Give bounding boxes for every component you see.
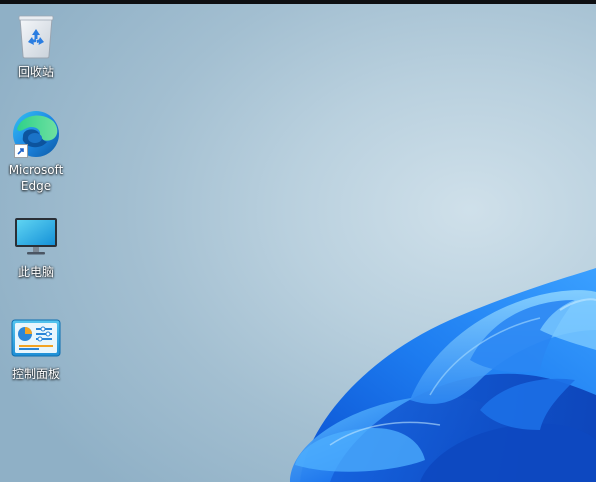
desktop-icon-label: 控制面板 [11, 367, 60, 381]
control-panel-icon [10, 312, 62, 364]
desktop: 回收站 Microsoft Edge 此电脑 控制面板 [0, 0, 596, 482]
edge-icon [10, 108, 62, 160]
desktop-icon-label: Microsoft Edge [8, 163, 64, 193]
monitor-icon [10, 210, 62, 262]
desktop-icon-edge[interactable]: Microsoft Edge [4, 108, 68, 194]
desktop-icon-recycle-bin[interactable]: 回收站 [4, 10, 68, 80]
desktop-icon-control-panel[interactable]: 控制面板 [4, 312, 68, 382]
shortcut-arrow-icon [14, 144, 28, 158]
wallpaper-bloom [290, 268, 596, 482]
desktop-icon-this-pc[interactable]: 此电脑 [4, 210, 68, 280]
desktop-icon-label: 此电脑 [17, 265, 54, 279]
desktop-icon-label: 回收站 [17, 65, 54, 79]
recycle-bin-icon [10, 10, 62, 62]
